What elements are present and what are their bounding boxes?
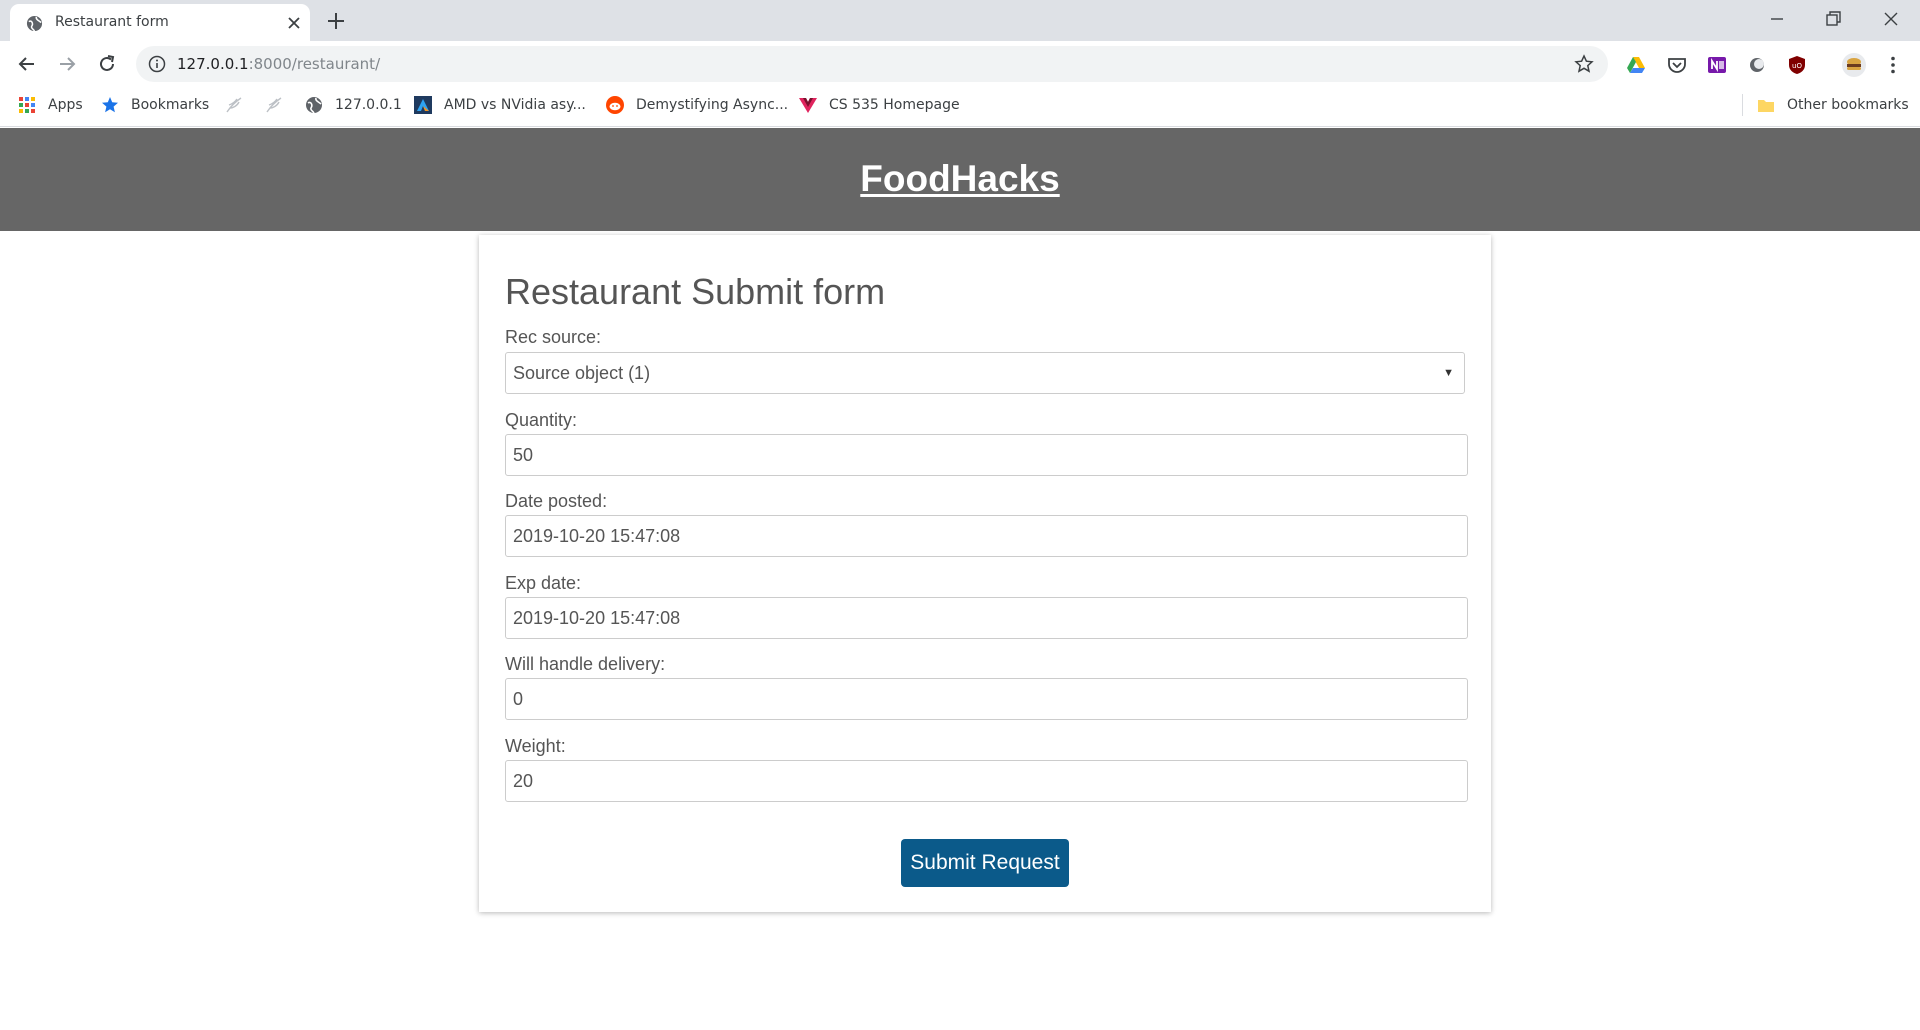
- google-drive-icon[interactable]: [1625, 54, 1647, 76]
- bookmark-star-icon[interactable]: [1574, 54, 1594, 74]
- vue-icon: [799, 98, 817, 113]
- bookmark-label: AMD vs NVidia asy...: [444, 97, 586, 113]
- date-posted-input[interactable]: 2019-10-20 15:47:08: [505, 515, 1468, 557]
- new-tab-icon[interactable]: [325, 10, 347, 32]
- url-host: 127.0.0.1: [177, 55, 249, 73]
- rec-source-label: Rec source:: [505, 327, 602, 347]
- other-bookmarks[interactable]: Other bookmarks: [1757, 87, 1909, 123]
- ublock-icon[interactable]: uO: [1786, 54, 1808, 76]
- globe-icon: [26, 15, 43, 32]
- svg-text:uO: uO: [1792, 62, 1802, 70]
- onenote-icon[interactable]: [1706, 54, 1728, 76]
- weight-input[interactable]: 20: [505, 760, 1468, 802]
- rec-source-select[interactable]: Source object (1) ▼: [505, 352, 1465, 394]
- url-path: :8000/restaurant/: [248, 55, 381, 73]
- url-text[interactable]: 127.0.0.1:8000/restaurant/: [177, 55, 380, 73]
- dropdown-arrow-icon: ▼: [1443, 367, 1454, 379]
- other-bookmarks-label: Other bookmarks: [1787, 97, 1909, 113]
- delivery-input[interactable]: 0: [505, 678, 1468, 720]
- pocket-icon[interactable]: [1666, 54, 1688, 76]
- profile-avatar-icon[interactable]: [1841, 52, 1867, 78]
- bookmark-label: 127.0.0.1: [335, 97, 402, 113]
- bookmark-feather-1[interactable]: [225, 87, 255, 123]
- site-header: FoodHacks: [0, 128, 1920, 231]
- quantity-label: Quantity:: [505, 410, 578, 430]
- close-window-icon[interactable]: [1880, 8, 1902, 30]
- reload-icon[interactable]: [96, 53, 118, 75]
- globe-icon: [306, 97, 322, 114]
- restaurant-form-card: Restaurant Submit form Rec source: Sourc…: [479, 235, 1491, 912]
- bookmark-label: Demystifying Async...: [636, 97, 789, 113]
- close-tab-icon[interactable]: [286, 15, 302, 31]
- bookmarks-divider: [1742, 94, 1743, 116]
- info-icon[interactable]: [148, 55, 166, 73]
- bookmark-label: Apps: [48, 97, 83, 113]
- feather-icon: [226, 97, 242, 113]
- rec-source-value: Source object (1): [513, 363, 651, 383]
- tab-strip: Restaurant form: [0, 0, 1920, 41]
- forward-icon[interactable]: [56, 53, 78, 75]
- star-icon: [102, 97, 118, 113]
- bookmark-feather-2[interactable]: [265, 87, 295, 123]
- bookmark-amd-nvidia[interactable]: AMD vs NVidia asy...: [414, 87, 586, 123]
- bookmark-label: CS 535 Homepage: [829, 97, 960, 113]
- folder-icon: [1758, 100, 1774, 112]
- quantity-input[interactable]: 50: [505, 434, 1468, 476]
- browser-tab[interactable]: Restaurant form: [10, 4, 310, 41]
- address-bar[interactable]: 127.0.0.1:8000/restaurant/: [136, 46, 1608, 82]
- weight-label: Weight:: [505, 736, 566, 756]
- back-icon[interactable]: [16, 53, 38, 75]
- apps-grid-icon: [19, 97, 35, 113]
- restore-icon[interactable]: [1822, 8, 1844, 30]
- delivery-label: Will handle delivery:: [505, 654, 666, 674]
- feather-icon: [266, 97, 282, 113]
- menu-kebab-icon[interactable]: [1882, 54, 1904, 76]
- bookmark-label: Bookmarks: [131, 97, 210, 113]
- date-posted-label: Date posted:: [505, 491, 608, 511]
- bookmark-localhost[interactable]: 127.0.0.1: [305, 87, 402, 123]
- dark-mode-extension-icon[interactable]: [1746, 54, 1768, 76]
- bookmark-bookmarks[interactable]: Bookmarks: [101, 87, 209, 123]
- browser-toolbar: 127.0.0.1:8000/restaurant/ uO: [0, 41, 1920, 87]
- bookmarks-bar: Apps Bookmarks 127.0.0.1 AMD vs NVidia a…: [0, 87, 1920, 127]
- amd-icon: [414, 96, 432, 114]
- reddit-icon: [606, 96, 624, 114]
- bookmark-apps[interactable]: Apps: [18, 87, 83, 123]
- tab-title: Restaurant form: [55, 14, 169, 30]
- exp-date-label: Exp date:: [505, 573, 582, 593]
- minimize-icon[interactable]: [1766, 8, 1788, 30]
- bookmark-cs535[interactable]: CS 535 Homepage: [799, 87, 960, 123]
- submit-request-button[interactable]: Submit Request: [901, 839, 1069, 887]
- form-title: Restaurant Submit form: [505, 271, 886, 312]
- brand-link[interactable]: FoodHacks: [860, 158, 1059, 200]
- bookmark-demystifying-async[interactable]: Demystifying Async...: [606, 87, 788, 123]
- exp-date-input[interactable]: 2019-10-20 15:47:08: [505, 597, 1468, 639]
